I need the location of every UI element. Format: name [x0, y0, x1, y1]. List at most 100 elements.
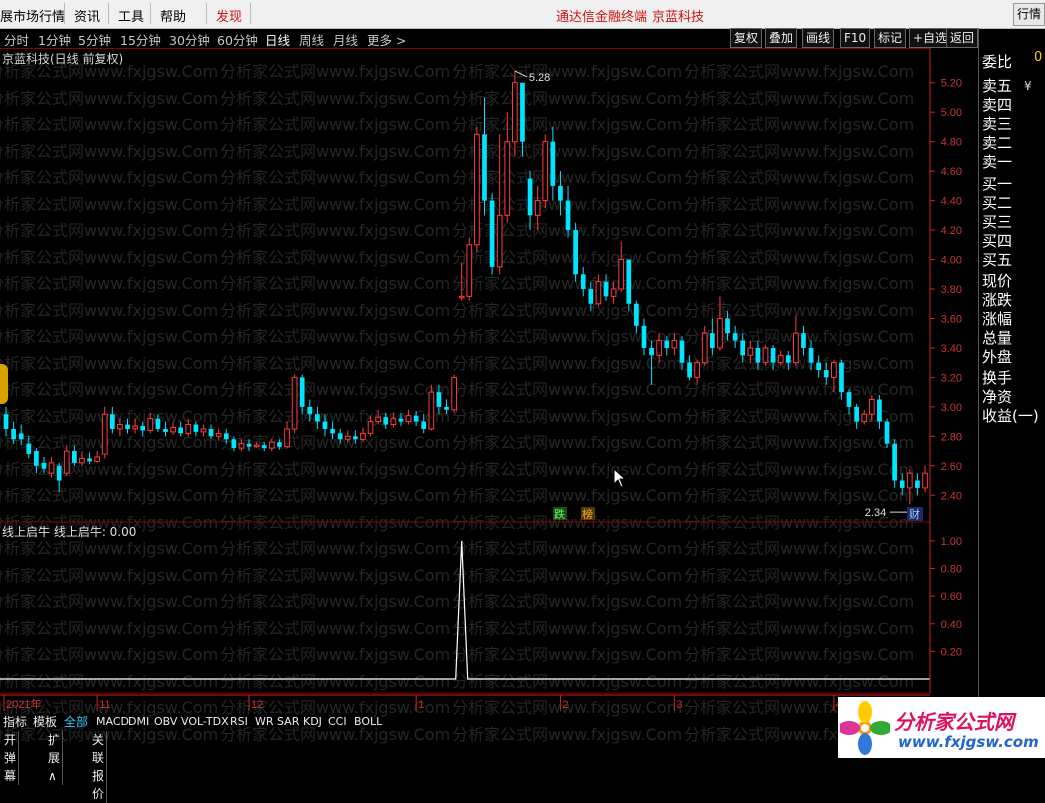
period-30min[interactable]: 30分钟 [169, 30, 210, 49]
candle-body [740, 340, 746, 356]
menu-separator [206, 3, 207, 24]
quote-panel: 0 委比 卖五 卖四 卖三 卖二 卖一 买一 买二 买三 买四 买五 现价 涨跌 涨幅 总量 外盘 换手 净资 收益… [978, 48, 1045, 758]
period-15min[interactable]: 15分钟 [120, 30, 161, 49]
tab-sar[interactable]: SAR [277, 713, 299, 731]
quote-label: 现价 [982, 272, 1013, 290]
quote-label: 卖一 [982, 153, 1013, 171]
candle-body [534, 200, 541, 216]
indicator-y-tick-label: 1.00 [941, 536, 962, 548]
mouse-cursor-icon [613, 468, 627, 488]
candle-body [140, 426, 146, 431]
candle-body [163, 428, 168, 432]
logo-url: www.fxjgsw.com [898, 733, 1039, 751]
tab-template[interactable]: 模板 [33, 713, 57, 731]
draw-line-button[interactable]: 画线 [802, 28, 835, 48]
tab-dmi[interactable]: DMI [128, 713, 149, 731]
y-tick-label: 3.20 [941, 372, 962, 384]
candle-body [428, 391, 435, 430]
candle-body [451, 376, 457, 411]
high-arrow [514, 70, 528, 78]
pinwheel-logo-icon [840, 701, 890, 755]
time-label: 2021年 [6, 697, 41, 711]
candle-body [231, 439, 237, 449]
candle-body [679, 340, 685, 363]
candle-body [34, 451, 39, 466]
add-watchlist-button[interactable]: +自选 [909, 28, 952, 48]
candle-body [322, 421, 328, 429]
candle-body [277, 442, 282, 447]
tab-all[interactable]: 全部 [64, 713, 88, 731]
period-1min[interactable]: 1分钟 [38, 30, 71, 49]
candle-body [246, 443, 252, 447]
candle-body [18, 433, 24, 440]
indicator-y-tick-label: 0.80 [941, 564, 962, 576]
tab-wr[interactable]: WR [255, 713, 274, 731]
menu-help[interactable]: 帮助 [160, 6, 186, 25]
menu-news[interactable]: 资讯 [74, 6, 100, 25]
menu-separator [64, 3, 65, 24]
y-tick-label: 2.60 [941, 461, 962, 473]
menu-market[interactable]: 展市场行情 [0, 6, 65, 25]
period-more[interactable]: 更多 > [367, 30, 406, 49]
candle-body [603, 281, 609, 297]
expand-button[interactable]: 扩展∧ [46, 731, 64, 785]
y-tick-label: 4.80 [941, 137, 962, 149]
mark-button[interactable]: 标记 [874, 28, 907, 48]
tab-kdj[interactable]: KDJ [303, 713, 322, 731]
candle-body [527, 178, 533, 216]
y-tick-label: 3.00 [941, 402, 962, 414]
candle-body [170, 426, 176, 433]
candle-body [664, 340, 670, 348]
period-5min[interactable]: 5分钟 [78, 30, 111, 49]
period-daily[interactable]: 日线 [265, 30, 290, 49]
time-label: 1 [418, 699, 424, 711]
candle-body [565, 200, 571, 231]
danmaku-button[interactable]: 开弹幕 [2, 731, 20, 785]
menu-tools[interactable]: 工具 [118, 6, 144, 25]
candle-body [762, 347, 769, 364]
tab-cci[interactable]: CCI [328, 713, 347, 731]
candle-body [109, 414, 115, 429]
time-label: 12 [251, 699, 263, 711]
finance-badge: 财 [909, 507, 920, 521]
candle-body [132, 425, 138, 430]
candle-body [626, 259, 632, 304]
candle-body [178, 427, 184, 434]
candle-body [268, 441, 275, 449]
menu-discover[interactable]: 发现 [216, 6, 242, 25]
overlay-button[interactable]: 叠加 [765, 28, 798, 48]
indicator-line [0, 540, 930, 680]
low-price-label: 2.34 [865, 507, 886, 519]
candle-body [147, 418, 154, 431]
side-collapse-handle[interactable] [0, 364, 8, 404]
candle-body [899, 480, 905, 488]
back-button[interactable]: 返回 [946, 28, 978, 48]
kline-chart[interactable]: 5.20 5.00 4.80 4.60 4.40 4.20 4.00 3.80 3.60 3.40… [0, 48, 978, 713]
quote-label: 买五 [982, 251, 1013, 269]
quote-button[interactable]: 行情 [1013, 3, 1045, 26]
candle-body [421, 421, 427, 429]
indicator-tabs: 指标 模板 全部 MACD DMI OBV VOL-TDX RSI WR SAR… [0, 713, 838, 731]
tab-macd[interactable]: MACD [96, 713, 129, 731]
period-60min[interactable]: 60分钟 [217, 30, 258, 49]
quote-label: 买二 [982, 194, 1013, 212]
quote-label: 收益(一) [982, 407, 1039, 425]
period-weekly[interactable]: 周线 [299, 30, 324, 49]
tab-rsi[interactable]: RSI [230, 713, 248, 731]
f10-button[interactable]: F10 [840, 28, 871, 48]
candle-body [634, 303, 639, 326]
quote-label: 卖二 [982, 134, 1013, 152]
related-quote-button[interactable]: 关联报价 [90, 731, 108, 803]
candle-body [291, 376, 298, 430]
period-timeshare[interactable]: 分时 [4, 30, 29, 49]
adjust-button[interactable]: 复权 [730, 28, 763, 48]
tab-boll[interactable]: BOLL [354, 713, 382, 731]
candle-body [489, 200, 495, 267]
period-monthly[interactable]: 月线 [333, 30, 358, 49]
tab-vol-tdx[interactable]: VOL-TDX [181, 713, 229, 731]
y-tick-label: 2.40 [941, 490, 962, 502]
tab-obv[interactable]: OBV [154, 713, 177, 731]
tab-indicator[interactable]: 指标 [3, 713, 27, 731]
candle-body [185, 424, 192, 434]
candle-body [315, 414, 320, 422]
